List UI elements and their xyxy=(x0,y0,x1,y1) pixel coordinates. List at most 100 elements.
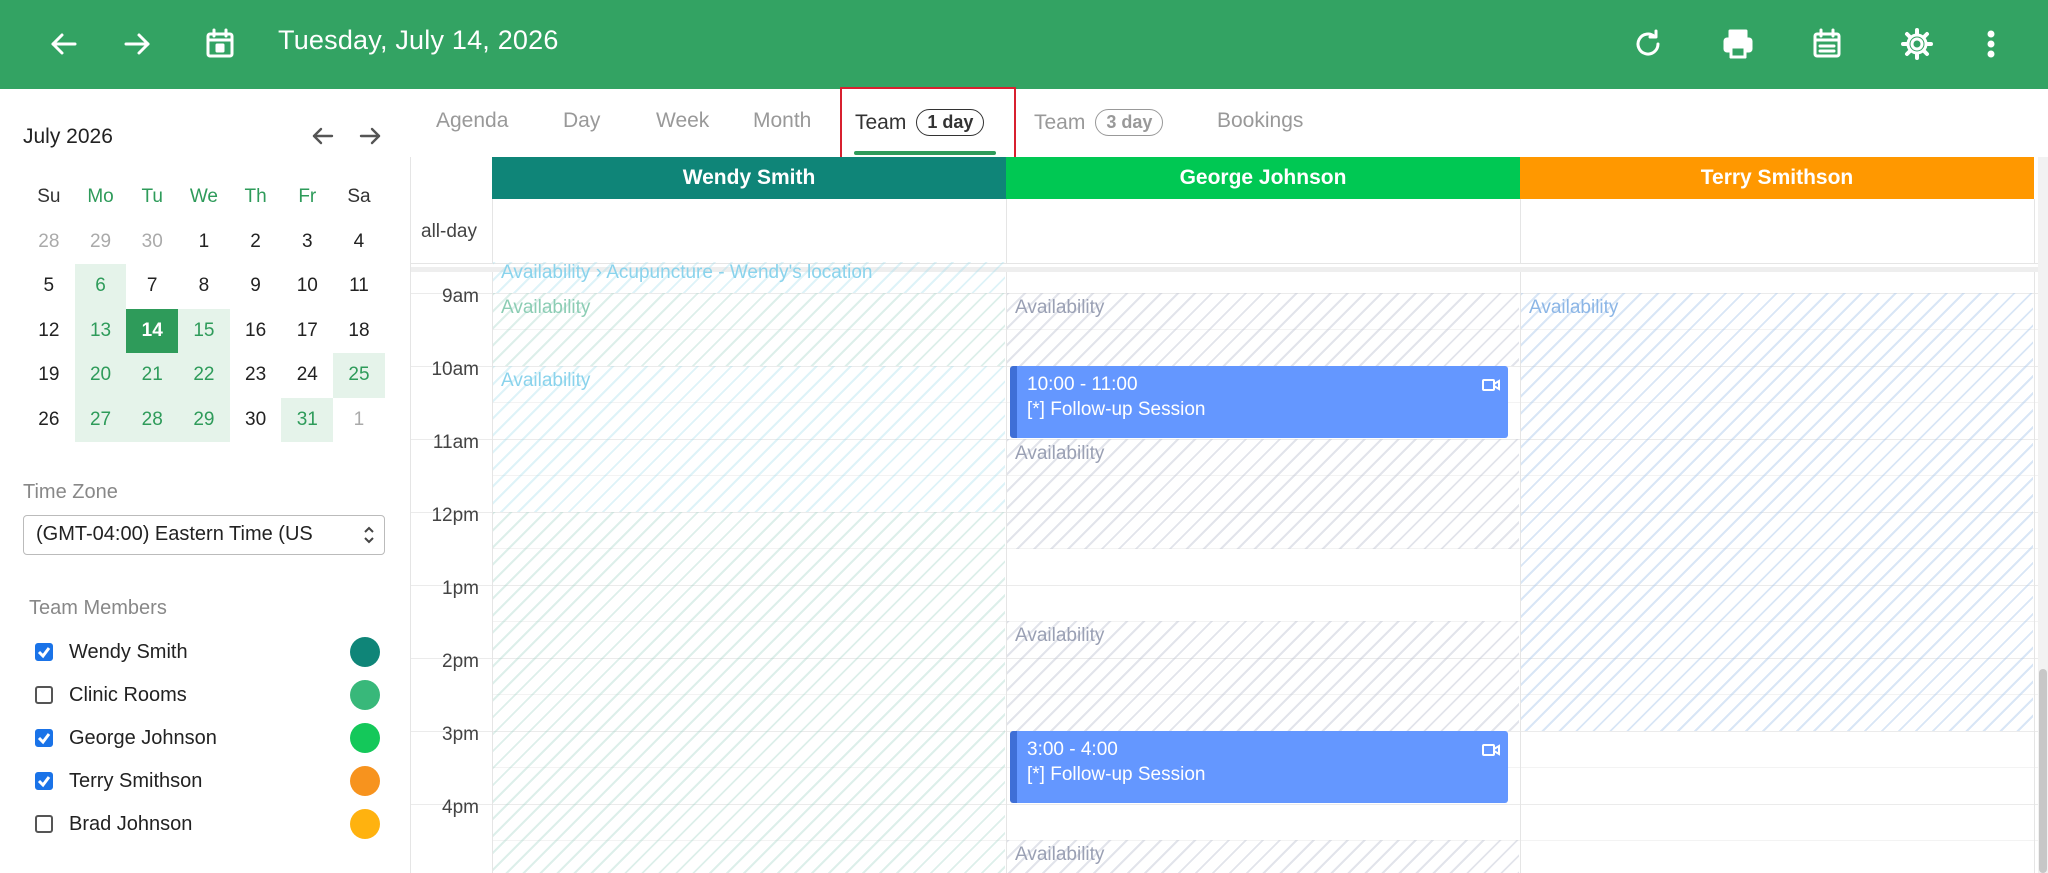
day-cell[interactable]: 23 xyxy=(230,353,282,398)
event-title: [*] Follow-up Session xyxy=(1027,399,1206,420)
member-checkbox[interactable] xyxy=(35,643,53,661)
refresh-button[interactable] xyxy=(1624,20,1672,68)
time-label: 1pm xyxy=(442,578,479,599)
more-vert-icon xyxy=(1987,30,1995,58)
day-cell[interactable]: 18 xyxy=(333,309,385,354)
print-button[interactable] xyxy=(1714,20,1762,68)
day-cell[interactable]: 29 xyxy=(178,397,230,442)
member-checkbox[interactable] xyxy=(35,772,53,790)
day-cell[interactable]: 1 xyxy=(333,398,385,443)
member-checkbox[interactable] xyxy=(35,686,53,704)
tab-month[interactable]: Month xyxy=(753,109,811,133)
availability-block[interactable]: Availability xyxy=(1007,439,1519,549)
day-cell[interactable]: 8 xyxy=(178,264,230,309)
day-cell[interactable]: 25 xyxy=(333,353,385,398)
day-cell[interactable]: 6 xyxy=(74,264,127,309)
member-color-dot xyxy=(350,809,380,839)
availability-block[interactable]: Availability xyxy=(493,293,1005,366)
time-label: 3pm xyxy=(442,724,479,745)
day-cell[interactable]: 16 xyxy=(230,309,282,354)
scrollbar-thumb[interactable] xyxy=(2039,669,2047,873)
all-day-row[interactable]: all-day xyxy=(411,199,2038,264)
vertical-scrollbar[interactable] xyxy=(2038,157,2048,873)
day-cell[interactable]: 28 xyxy=(126,397,179,442)
day-cell[interactable]: 11 xyxy=(333,264,385,309)
all-day-label: all-day xyxy=(421,221,477,242)
view-tabs: Agenda Day Week Month Team 1 day Team 3 da… xyxy=(410,87,2048,164)
day-cell[interactable]: 1 xyxy=(178,220,230,265)
team-member-george-johnson[interactable]: George Johnson xyxy=(35,723,380,753)
day-cell[interactable]: 22 xyxy=(178,353,230,398)
more-options-button[interactable] xyxy=(1967,20,2015,68)
column-divider xyxy=(1520,199,1521,264)
day-cell[interactable]: 31 xyxy=(281,397,334,442)
day-cell[interactable]: 5 xyxy=(23,264,75,309)
day-cell[interactable]: 28 xyxy=(23,220,75,265)
team-member-clinic-rooms[interactable]: Clinic Rooms xyxy=(35,680,380,710)
check-icon xyxy=(37,733,51,745)
day-cell[interactable]: 19 xyxy=(23,353,75,398)
day-cell[interactable]: 2 xyxy=(230,220,282,265)
day-cell[interactable]: 15 xyxy=(178,308,230,353)
day-cell[interactable]: 17 xyxy=(281,309,333,354)
weekday-label: Fr xyxy=(298,186,317,208)
event-follow-up-session[interactable]: 10:00 - 11:00 [*] Follow-up Session xyxy=(1010,366,1508,438)
day-cell[interactable]: 10 xyxy=(281,264,333,309)
tab-bookings[interactable]: Bookings xyxy=(1217,109,1303,133)
availability-block[interactable]: Availability xyxy=(1007,621,1519,731)
member-color-dot xyxy=(350,723,380,753)
day-cell[interactable]: 30 xyxy=(126,220,178,265)
time-grid[interactable]: 9am 10am 11am 12pm 1pm 2pm 3pm 4pm Avail… xyxy=(411,262,2038,873)
day-cell[interactable]: 21 xyxy=(126,353,179,398)
day-cell[interactable]: 24 xyxy=(281,353,333,398)
availability-block[interactable]: Availability xyxy=(1007,840,1519,873)
column-divider xyxy=(2034,272,2035,873)
availability-block[interactable] xyxy=(493,512,1005,873)
day-cell[interactable]: 7 xyxy=(126,264,178,309)
event-follow-up-session[interactable]: 3:00 - 4:00 [*] Follow-up Session xyxy=(1010,731,1508,803)
column-divider xyxy=(1006,272,1007,873)
calendar-view-button[interactable] xyxy=(1803,20,1851,68)
availability-label: Availability xyxy=(501,297,591,318)
column-divider xyxy=(492,272,493,873)
time-label: 2pm xyxy=(442,651,479,672)
tab-agenda[interactable]: Agenda xyxy=(436,109,508,133)
day-cell[interactable]: 4 xyxy=(333,220,385,265)
member-checkbox[interactable] xyxy=(35,815,53,833)
availability-block[interactable]: Availability xyxy=(1521,293,2033,731)
video-icon xyxy=(1482,374,1500,391)
timezone-select[interactable]: (GMT-04:00) Eastern Time (US xyxy=(23,515,385,555)
day-cell-selected[interactable]: 14 xyxy=(126,308,179,353)
team-member-terry-smithson[interactable]: Terry Smithson xyxy=(35,766,380,796)
day-cell[interactable]: 3 xyxy=(281,220,333,265)
day-cell[interactable]: 9 xyxy=(230,264,282,309)
tab-team-3-day[interactable]: Team 3 day xyxy=(1034,109,1164,136)
mini-calendar-grid: Su Mo Tu We Th Fr Sa 28 29 30 1 2 3 4 5 … xyxy=(23,175,385,442)
tab-week[interactable]: Week xyxy=(656,109,709,133)
mini-calendar-next-button[interactable] xyxy=(353,119,387,153)
forward-button[interactable] xyxy=(113,20,161,68)
team-member-wendy-smith[interactable]: Wendy Smith xyxy=(35,637,380,667)
weekday-label: Su xyxy=(37,186,61,208)
team-member-brad-johnson[interactable]: Brad Johnson xyxy=(35,809,380,839)
day-cell[interactable]: 26 xyxy=(23,398,75,443)
day-cell[interactable]: 12 xyxy=(23,309,75,354)
date-picker-button[interactable] xyxy=(196,20,244,68)
availability-block[interactable]: Availability › Acupuncture - Wendy's loc… xyxy=(493,262,1005,293)
tab-label: Agenda xyxy=(436,109,509,132)
member-checkbox[interactable] xyxy=(35,729,53,747)
availability-block[interactable]: Availability xyxy=(493,366,1005,512)
day-cell[interactable]: 13 xyxy=(74,308,127,353)
day-cell[interactable]: 29 xyxy=(75,220,127,265)
day-cell[interactable]: 20 xyxy=(74,353,127,398)
availability-block[interactable]: Availability xyxy=(1007,293,1519,366)
member-color-dot xyxy=(350,766,380,796)
mini-calendar-prev-button[interactable] xyxy=(306,119,340,153)
tab-pill: 3 day xyxy=(1095,109,1164,136)
settings-button[interactable] xyxy=(1893,20,1941,68)
day-cell[interactable]: 27 xyxy=(74,397,127,442)
back-button[interactable] xyxy=(40,20,88,68)
tab-day[interactable]: Day xyxy=(563,109,600,133)
member-name: Brad Johnson xyxy=(69,812,193,835)
day-cell[interactable]: 30 xyxy=(230,398,282,443)
